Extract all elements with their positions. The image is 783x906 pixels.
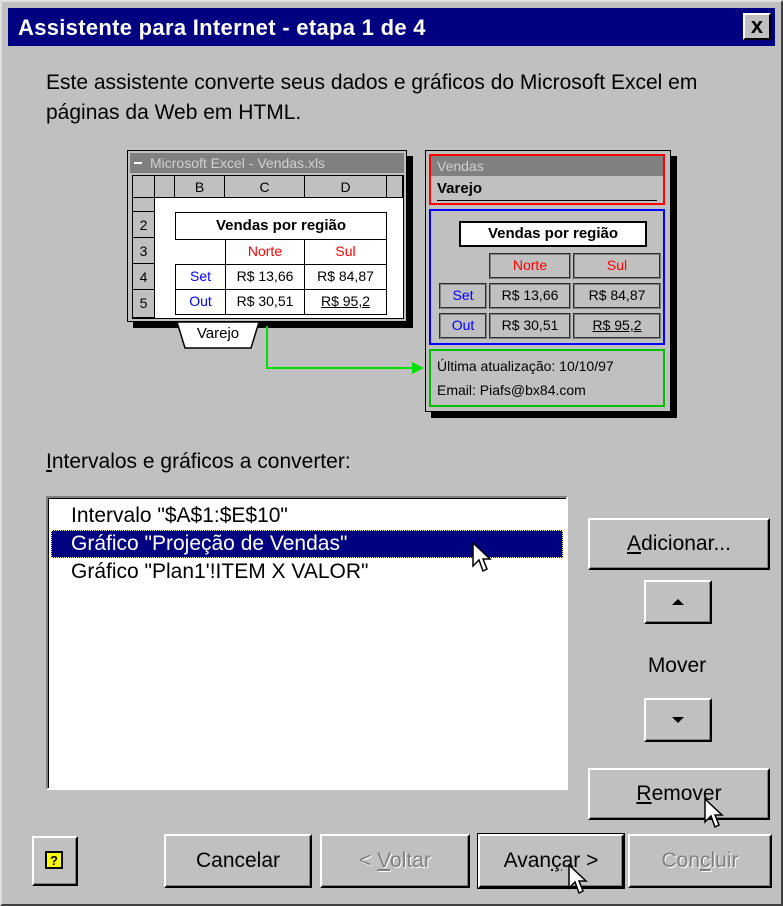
web-page-illustration: Vendas Varejo Vendas por região Norte Su… — [425, 150, 671, 412]
web-region-norte: Norte — [489, 253, 571, 279]
mouse-cursor-icon — [704, 798, 724, 829]
col-header: B — [175, 176, 225, 198]
web-subtitle: Varejo — [437, 180, 483, 197]
excel-title-bar: Microsoft Excel - Vendas.xls — [130, 153, 404, 173]
excel-region-norte: Norte — [225, 239, 305, 265]
excel-region-sul: Sul — [304, 239, 387, 265]
web-row-label: Set — [439, 283, 487, 309]
mouse-cursor-icon — [568, 864, 588, 895]
web-header-section: Vendas Varejo — [429, 154, 665, 205]
excel-table-title: Vendas por região — [175, 212, 387, 240]
excel-cell-value: R$ 84,87 — [304, 264, 387, 290]
web-row-label: Out — [439, 313, 487, 339]
web-table-section: Vendas por região Norte Sul Set R$ 13,66… — [429, 209, 665, 345]
arrow-up-icon — [672, 599, 684, 605]
move-down-button[interactable] — [644, 698, 712, 742]
cancel-button[interactable]: Cancelar — [164, 834, 312, 888]
web-cell-value: R$ 13,66 — [489, 283, 571, 309]
mouse-cursor-icon — [472, 542, 492, 573]
finish-button[interactable]: Concluir — [628, 834, 772, 888]
ranges-list-label: Intervalos e gráficos a converter: — [46, 450, 351, 474]
web-subtitle-rule — [437, 200, 657, 201]
web-cell-value: R$ 95,2 — [573, 313, 661, 339]
back-label: oltar — [390, 849, 431, 872]
help-icon: ? — [45, 851, 63, 869]
arrow-line-vertical — [266, 326, 268, 368]
title-bar[interactable]: Assistente para Internet - etapa 1 de 4 … — [8, 8, 775, 46]
col-header: D — [305, 176, 387, 198]
window-title: Assistente para Internet - etapa 1 de 4 — [18, 15, 426, 40]
web-last-update: Última atualização: 10/10/97 — [437, 358, 614, 374]
move-label: Mover — [647, 654, 707, 677]
web-footer-section: Última atualização: 10/10/97 Email: Piaf… — [429, 349, 665, 407]
next-prefix: Avan — [503, 849, 552, 872]
row-header: 2 — [133, 212, 155, 238]
next-button[interactable]: Avançar > — [477, 833, 625, 889]
sheet-tab-varejo: Varejo — [177, 322, 259, 350]
excel-cell-value: R$ 30,51 — [225, 289, 305, 315]
help-button[interactable]: ? — [32, 836, 78, 886]
intro-text: Este assistente converte seus dados e gr… — [46, 71, 698, 124]
finish-label: luir — [710, 849, 739, 872]
col-header: C — [225, 176, 305, 198]
list-item[interactable]: Intervalo "$A$1:$E$10" — [51, 502, 563, 530]
finish-prefix: Con — [661, 849, 700, 872]
ranges-listbox[interactable]: Intervalo "$A$1:$E$10" Gráfico "Projeção… — [46, 496, 568, 790]
excel-row-label: Out — [175, 289, 226, 315]
web-email: Email: Piafs@bx84.com — [437, 382, 586, 398]
arrow-head-icon — [412, 362, 424, 374]
excel-sheet: B C D 2 3 4 5 Vendas por região Norte Su… — [132, 175, 404, 319]
web-region-sul: Sul — [573, 253, 661, 279]
web-cell-value: R$ 84,87 — [573, 283, 661, 309]
row-header: 3 — [133, 238, 155, 264]
arrow-down-icon — [672, 717, 684, 723]
web-header-bar: Vendas — [431, 156, 663, 176]
row-header: 5 — [133, 290, 155, 318]
excel-title: Microsoft Excel - Vendas.xls — [150, 155, 326, 171]
finish-accesskey: c — [700, 849, 711, 872]
wizard-dialog: Assistente para Internet - etapa 1 de 4 … — [0, 0, 783, 906]
system-menu-icon — [134, 162, 142, 164]
back-button[interactable]: < Voltar — [320, 834, 470, 888]
move-up-button[interactable] — [644, 580, 712, 624]
row-header-1 — [133, 198, 155, 212]
remove-button[interactable]: Remover — [588, 768, 770, 820]
excel-window-illustration: Microsoft Excel - Vendas.xls B C D 2 3 4… — [127, 150, 407, 322]
row-header: 4 — [133, 264, 155, 290]
add-accesskey: A — [627, 532, 642, 555]
back-prefix: < — [359, 849, 378, 872]
excel-cell-value: R$ 13,66 — [225, 264, 305, 290]
arrow-line-horizontal — [266, 367, 414, 369]
svg-text:?: ? — [50, 853, 58, 868]
remove-accesskey: R — [636, 782, 652, 805]
col-header-e — [387, 176, 403, 198]
add-label: dicionar... — [641, 532, 731, 555]
col-header-a — [155, 176, 175, 198]
ranges-label-text: ntervalos e gráficos a converter: — [51, 450, 351, 473]
web-table-title: Vendas por região — [459, 221, 647, 247]
excel-cell-value: R$ 95,2 — [304, 289, 387, 315]
close-button[interactable]: x — [743, 13, 771, 40]
sheet-corner — [133, 176, 155, 198]
sheet-tab-label: Varejo — [196, 325, 240, 342]
excel-row-label: Set — [175, 264, 226, 290]
next-accesskey: ç — [551, 849, 562, 872]
back-accesskey: V — [377, 849, 391, 872]
add-button[interactable]: Adicionar... — [588, 518, 770, 570]
web-cell-value: R$ 30,51 — [489, 313, 571, 339]
